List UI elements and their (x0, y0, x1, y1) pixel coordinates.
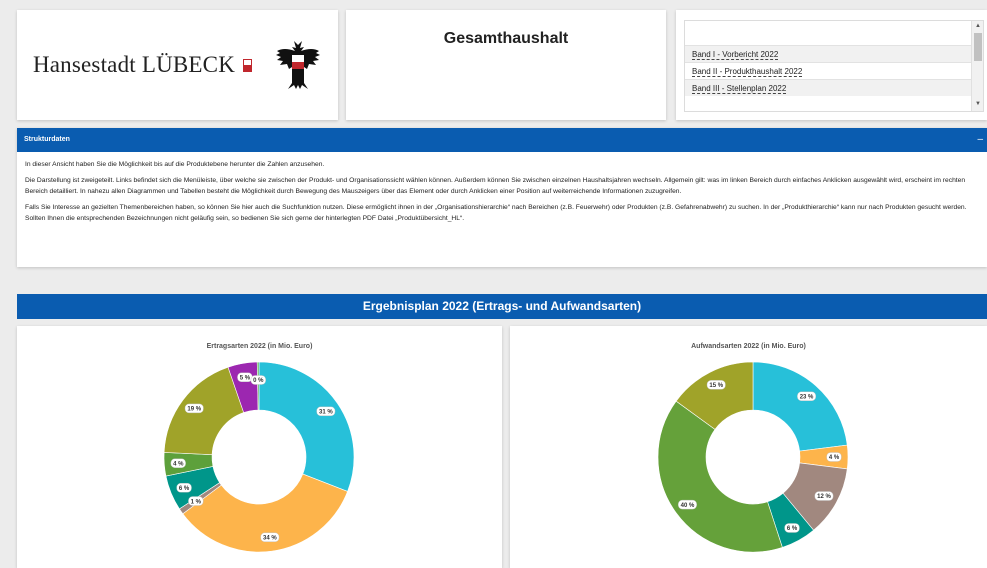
structure-paragraph: In dieser Ansicht haben Sie die Möglichk… (25, 161, 325, 168)
structure-header[interactable]: Strukturdaten – (17, 128, 987, 152)
slice-label: 6 % (784, 523, 800, 533)
income-chart-card: Ertragsarten 2022 (in Mio. Euro) 31 % 34 … (17, 326, 502, 568)
scroll-up-icon[interactable]: ▲ (972, 21, 983, 31)
logo-card: Hansestadt LÜBECK (17, 10, 338, 120)
svg-text:1 %: 1 % (191, 499, 202, 505)
document-link[interactable]: Band II - Produkthaushalt 2022 (685, 62, 973, 79)
structure-paragraph: Die Darstellung ist zweigeteilt. Links b… (25, 177, 966, 195)
documents-list[interactable]: Band I - Vorbericht 2022 Band II - Produ… (684, 20, 984, 112)
logo-square-icon (243, 58, 253, 72)
scroll-down-icon[interactable]: ▼ (972, 99, 983, 109)
structure-panel: Strukturdaten – In dieser Ansicht haben … (17, 128, 987, 267)
slice-label: 19 % (184, 403, 204, 414)
slice-label: 4 % (170, 458, 186, 468)
svg-text:31 %: 31 % (319, 409, 333, 415)
structure-text: In dieser Ansicht haben Sie die Möglichk… (17, 152, 987, 224)
pie-slice[interactable] (163, 366, 245, 456)
plan-title: Ergebnisplan 2022 (Ertrags- und Aufwands… (17, 294, 987, 319)
svg-text:19 %: 19 % (187, 407, 201, 413)
svg-text:34 %: 34 % (263, 535, 277, 541)
slice-label: 5 % (237, 372, 253, 382)
document-link[interactable]: Band III - Stellenplan 2022 (685, 79, 973, 96)
slice-label: 4 % (826, 452, 842, 462)
slice-label: 1 % (188, 496, 204, 506)
structure-paragraph: Falls Sie Interesse an gezielten Themenb… (25, 204, 967, 222)
svg-text:0 %: 0 % (253, 378, 264, 384)
slice-label: 34 % (260, 532, 280, 542)
documents-card: Band I - Vorbericht 2022 Band II - Produ… (676, 10, 987, 120)
slice-label: 12 % (814, 491, 834, 501)
slice-label: 31 % (316, 406, 336, 416)
structure-header-label: Strukturdaten (24, 136, 70, 143)
pie-slice[interactable] (258, 361, 355, 492)
logo-text: Hansestadt LÜBECK (32, 52, 236, 77)
svg-text:6 %: 6 % (179, 486, 190, 492)
slice-label: 40 % (678, 499, 697, 510)
svg-text:40 %: 40 % (681, 503, 695, 509)
slice-label: 23 % (797, 391, 816, 401)
svg-text:12 %: 12 % (817, 494, 831, 500)
pie-slice[interactable] (752, 361, 848, 452)
collapse-icon[interactable]: – (977, 128, 983, 152)
slice-label: 15 % (706, 380, 726, 390)
svg-text:6 %: 6 % (787, 526, 798, 532)
expense-chart-card: Aufwandsarten 2022 (in Mio. Euro) 23 % 4 … (510, 326, 987, 568)
slice-label: 0 % (250, 375, 266, 385)
pie-slice[interactable] (657, 400, 783, 553)
city-logo: Hansestadt LÜBECK (32, 52, 253, 78)
svg-text:23 %: 23 % (800, 394, 814, 400)
document-link[interactable]: Band I - Vorbericht 2022 (685, 45, 973, 62)
eagle-coat-of-arms-icon (276, 41, 321, 89)
svg-text:15 %: 15 % (709, 383, 723, 389)
svg-text:4 %: 4 % (829, 455, 840, 461)
documents-scrollbar[interactable]: ▲ ▼ (971, 21, 983, 111)
income-donut-chart[interactable]: 31 % 34 % 1 % 6 % 4 % 19 % 5 % 0 % (17, 326, 502, 568)
svg-text:5 %: 5 % (240, 375, 251, 381)
svg-text:4 %: 4 % (173, 461, 184, 467)
title-card: Gesamthaushalt (346, 10, 666, 120)
expense-donut-chart[interactable]: 23 % 4 % 12 % 6 % 40 % 15 % (510, 326, 987, 568)
slice-label: 6 % (176, 483, 192, 493)
scroll-thumb[interactable] (974, 33, 982, 61)
page-title: Gesamthaushalt (443, 30, 569, 47)
